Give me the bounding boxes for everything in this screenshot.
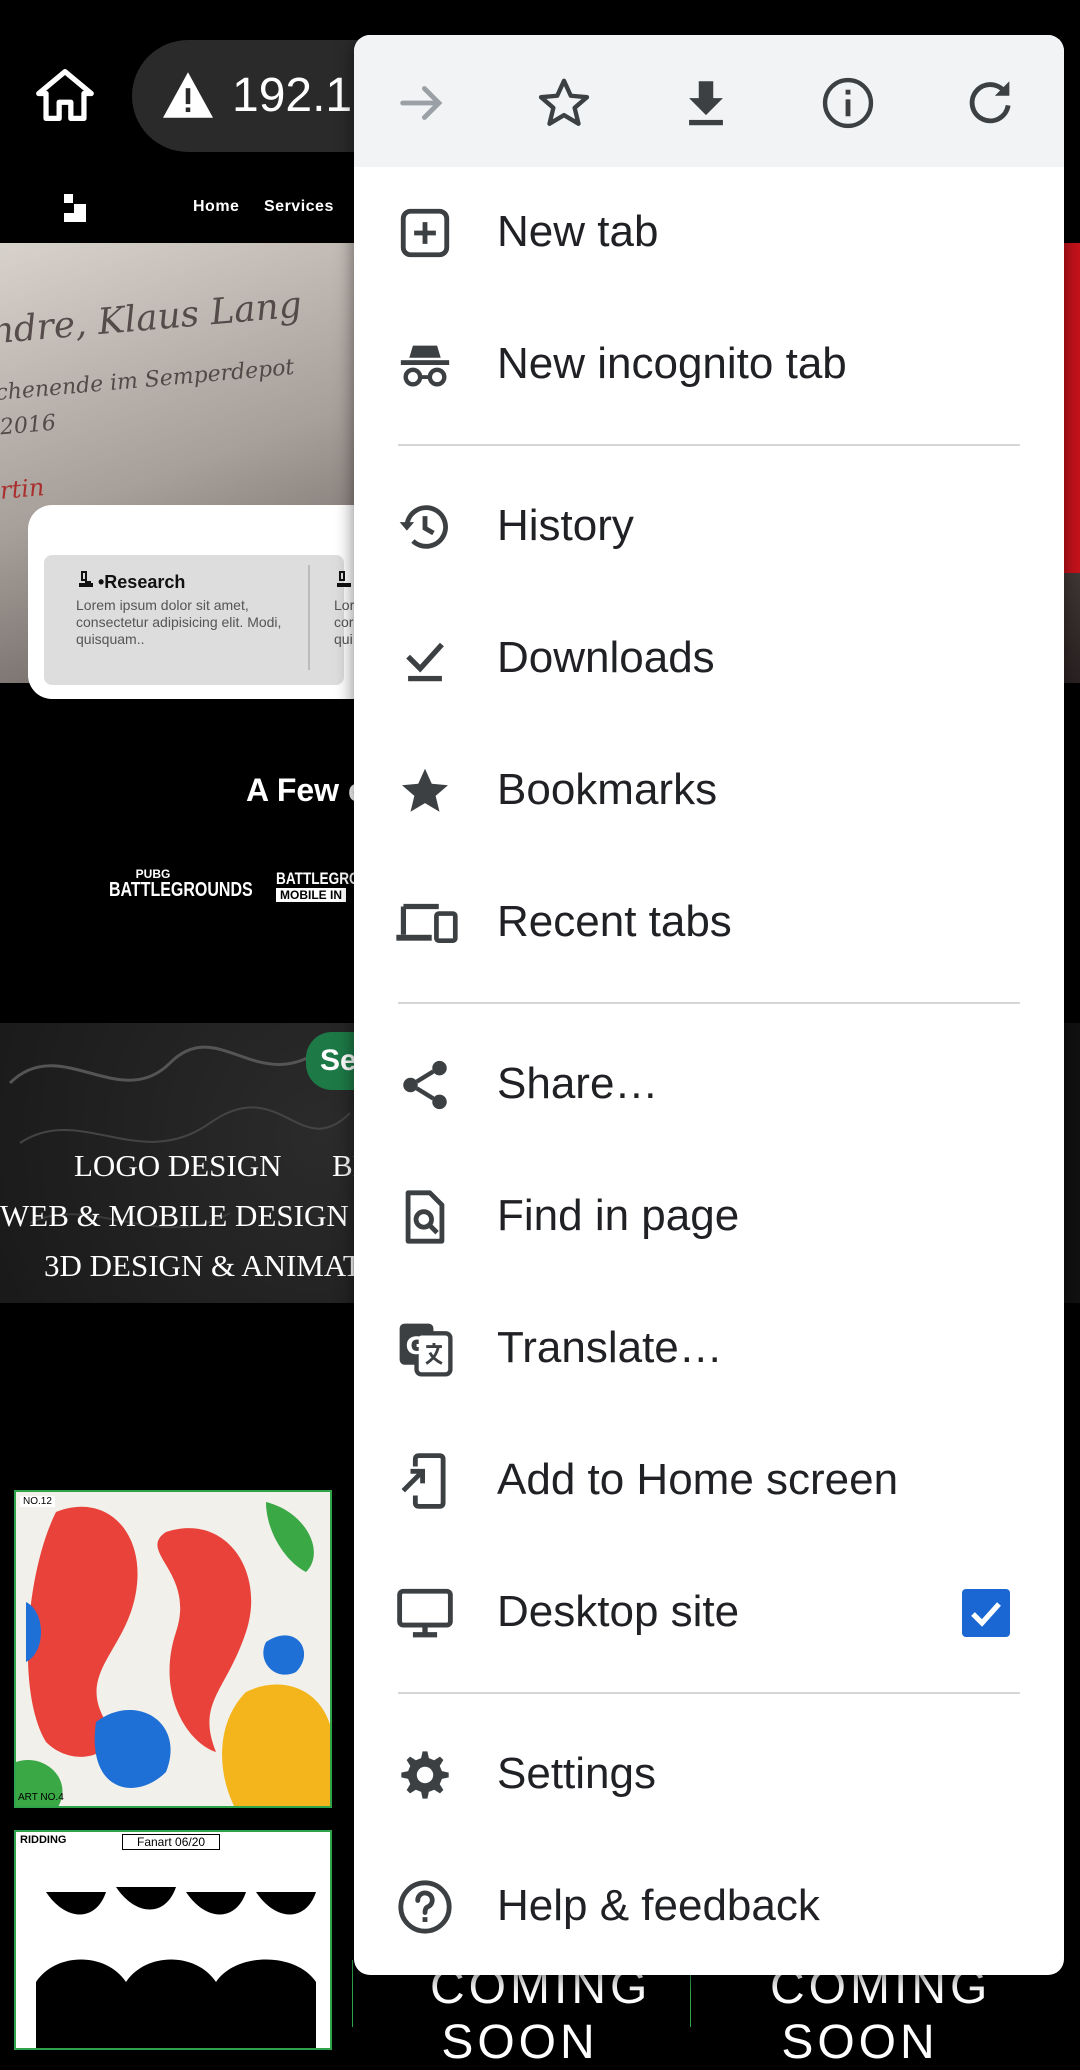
- coming-soon-text: COMING SOON: [770, 1961, 992, 2069]
- menu-item-label: Recent tabs: [497, 897, 732, 946]
- nav-link-home[interactable]: Home: [193, 198, 239, 216]
- devices-icon: [394, 894, 460, 952]
- service-label: 3D DESIGN & ANIMATIC: [44, 1248, 393, 1283]
- menu-item-label: Settings: [497, 1749, 656, 1798]
- download-done-icon: [396, 630, 454, 688]
- research-text-partial: Lor cor qui: [334, 597, 355, 647]
- art-label: ART NO.4: [18, 1792, 64, 1803]
- find-in-page-icon: [396, 1188, 454, 1246]
- home-icon[interactable]: [30, 60, 100, 130]
- add-to-home-screen-icon: [396, 1452, 454, 1510]
- menu-item-label: Find in page: [497, 1191, 740, 1240]
- menu-divider: [398, 444, 1020, 446]
- menu-item-label: Bookmarks: [497, 765, 718, 814]
- share-icon: [396, 1056, 454, 1114]
- client-logo: PUBG BATTLEGROUNDS: [109, 867, 253, 901]
- service-label: WEB & MOBILE DESIGN: [0, 1198, 349, 1233]
- bookmark-button[interactable]: [528, 67, 600, 139]
- section-heading: A Few c: [246, 772, 366, 808]
- menu-divider: [398, 1692, 1020, 1694]
- menu-item-label: Add to Home screen: [497, 1455, 899, 1504]
- gear-icon: [396, 1746, 454, 1804]
- svg-text:G: G: [406, 1332, 426, 1360]
- card-divider: [308, 565, 310, 670]
- menu-item-label: Share…: [497, 1059, 659, 1108]
- service-label: LOGO DESIGN: [74, 1148, 282, 1183]
- page-info-button[interactable]: [812, 67, 884, 139]
- arrow-forward-icon: [400, 86, 443, 120]
- menu-item-new-tab[interactable]: New tab: [354, 167, 1064, 299]
- incognito-icon: [396, 336, 454, 394]
- menu-item-bookmarks[interactable]: Bookmarks: [354, 725, 1064, 857]
- menu-divider: [398, 1002, 1020, 1004]
- download-icon: [689, 81, 723, 126]
- menu-item-downloads[interactable]: Downloads: [354, 593, 1064, 725]
- checkmark-icon: [971, 1602, 1001, 1627]
- artwork-thumbnail[interactable]: RIDDING Fanart 06/20: [14, 1830, 332, 2050]
- reload-icon: [969, 81, 1011, 124]
- menu-item-settings[interactable]: Settings: [354, 1709, 1064, 1841]
- help-icon: [396, 1878, 454, 1936]
- menu-item-label: Help & feedback: [497, 1881, 820, 1930]
- browser-overflow-menu: New tab New incognito tab History Downlo…: [354, 35, 1064, 1975]
- microscope-icon: [76, 570, 96, 595]
- art-label: NO.12: [20, 1496, 55, 1507]
- add-box-icon: [396, 204, 454, 262]
- research-title: •Research: [98, 572, 186, 592]
- nav-link-services[interactable]: Services: [264, 198, 334, 216]
- menu-item-translate[interactable]: G Translate…: [354, 1283, 1064, 1415]
- desktop-icon: [396, 1584, 454, 1642]
- menu-item-recent-tabs[interactable]: Recent tabs: [354, 857, 1064, 989]
- menu-item-label: Translate…: [497, 1323, 723, 1372]
- reload-button[interactable]: [954, 67, 1026, 139]
- microscope-icon: [334, 570, 354, 595]
- artwork-thumbnail[interactable]: NO.12 ART NO.4: [14, 1490, 332, 1808]
- menu-item-label: History: [497, 501, 634, 550]
- menu-item-share[interactable]: Share…: [354, 1019, 1064, 1151]
- warning-icon[interactable]: [160, 70, 216, 120]
- menu-item-new-incognito-tab[interactable]: New incognito tab: [354, 299, 1064, 431]
- hero-script-line: 2016: [0, 410, 57, 441]
- menu-item-label: Downloads: [497, 633, 715, 682]
- research-text: Lorem ipsum dolor sit amet, consectetur …: [76, 597, 282, 647]
- menu-toolbar: [354, 35, 1064, 167]
- menu-item-label: New incognito tab: [497, 339, 847, 388]
- forward-button[interactable]: [386, 67, 458, 139]
- desktop-site-checkbox[interactable]: [962, 1589, 1010, 1637]
- translate-icon: G: [396, 1320, 454, 1378]
- menu-item-help-feedback[interactable]: Help & feedback: [354, 1841, 1064, 1973]
- site-logo[interactable]: [62, 192, 88, 224]
- hero-script-line: rtin: [0, 473, 46, 505]
- menu-item-find-in-page[interactable]: Find in page: [354, 1151, 1064, 1283]
- menu-item-label: New tab: [497, 207, 659, 256]
- coming-soon-text: COMING SOON: [430, 1961, 652, 2069]
- menu-item-add-to-home-screen[interactable]: Add to Home screen: [354, 1415, 1064, 1547]
- hero-script-line: chenende im Semperdepot: [0, 354, 296, 407]
- divider-line: [352, 1960, 353, 2027]
- info-icon: [822, 77, 874, 129]
- menu-item-label: Desktop site: [497, 1587, 740, 1636]
- menu-item-desktop-site[interactable]: Desktop site: [354, 1547, 1064, 1679]
- star-icon: [396, 762, 454, 820]
- download-button[interactable]: [670, 67, 742, 139]
- hero-script-line: ndre, Klaus Lang: [0, 284, 304, 353]
- menu-item-history[interactable]: History: [354, 461, 1064, 593]
- star-outline-icon: [538, 78, 590, 126]
- history-icon: [396, 498, 454, 556]
